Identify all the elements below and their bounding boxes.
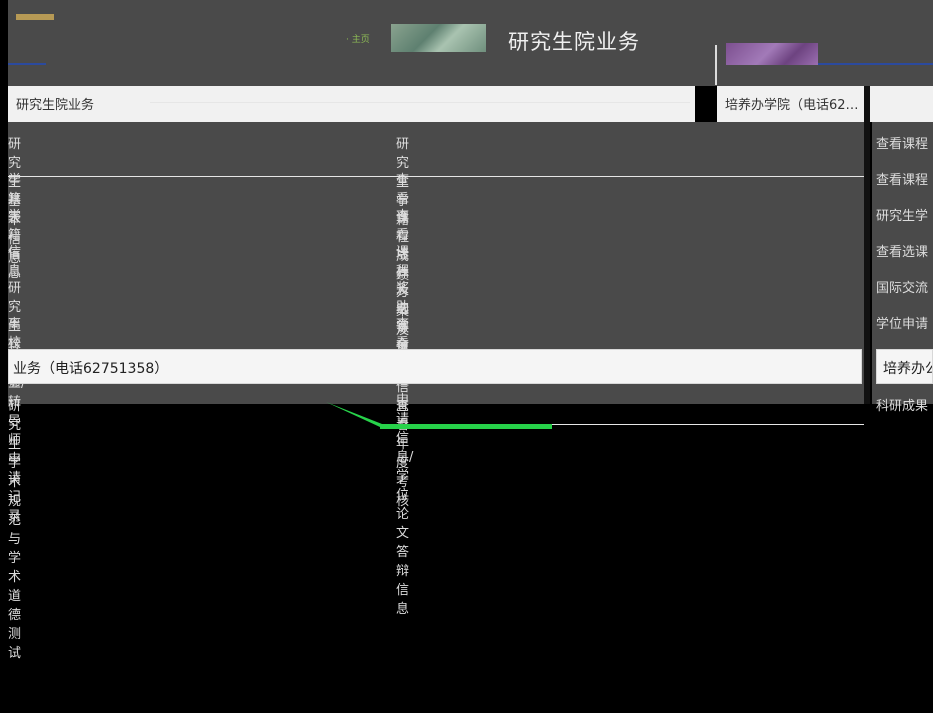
selected-section-row[interactable]: 业务（电话62751358） [8,349,862,384]
left-pane-title: 研究生院业务 [16,98,95,113]
top-banner: · 主页 研究生院业务 [8,0,933,86]
side-menu-link[interactable]: 学位申请 [876,313,928,332]
pointer-cursor-icon [326,402,552,429]
home-link[interactable]: · 主页 [346,32,370,45]
right-pane-title: 培养办学院（电话62… [725,98,859,113]
side-menu-link[interactable]: 查看选课 [876,241,928,260]
university-emblem [391,24,486,52]
right-pane-header: 培养办学院（电话62… [717,86,933,122]
header-divider [715,45,717,85]
tab-underline-left [8,63,46,65]
side-selected-row[interactable]: 培养办公 [876,349,933,384]
row-rule [8,176,864,177]
header-rule [150,102,690,103]
left-pane-header: 研究生院业务 [8,86,695,122]
pane-divider[interactable] [864,86,870,404]
tab-underline-right [818,63,933,65]
logo-strip [16,14,54,20]
side-selected-label: 培养办公 [883,361,932,377]
side-menu-link[interactable]: 查看课程 [876,133,928,152]
selected-section-label: 业务（电话62751358） [13,361,169,377]
menu-link[interactable]: 研究生学术规范与学术道德测试 [8,395,21,661]
menu-link[interactable]: 信息 [8,241,21,279]
decorative-banner-image [726,43,818,65]
page-title: 研究生院业务 [508,30,640,54]
side-menu-link[interactable]: 科研成果 [876,395,928,414]
side-menu-link[interactable]: 国际交流 [876,277,928,296]
side-menu-link[interactable]: 查看课程 [876,169,928,188]
side-menu-link[interactable]: 研究生学 [876,205,928,224]
